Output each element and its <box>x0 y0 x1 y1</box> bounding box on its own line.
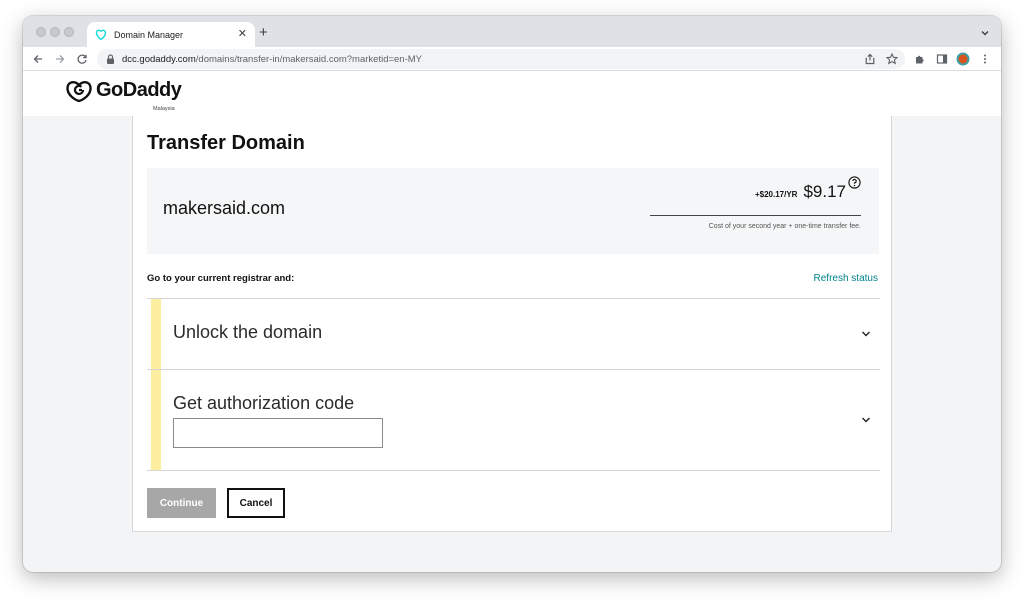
lock-icon[interactable] <box>106 53 116 65</box>
url-text: dcc.godaddy.com/domains/transfer-in/make… <box>122 54 422 65</box>
back-arrow-icon[interactable] <box>31 52 45 66</box>
kebab-menu-icon[interactable] <box>978 52 992 66</box>
star-icon[interactable] <box>885 52 899 66</box>
authorization-code-input[interactable] <box>173 418 383 448</box>
window-zoom-button[interactable] <box>64 27 74 37</box>
step-unlock-domain[interactable]: Unlock the domain <box>147 299 880 370</box>
step-indicator <box>151 370 161 470</box>
step-title: Unlock the domain <box>173 322 323 342</box>
page-title: Transfer Domain <box>147 132 305 154</box>
continue-button[interactable]: Continue <box>147 488 216 518</box>
plus-icon[interactable]: + <box>259 25 268 40</box>
price-row: +$20.17/YR $9.17 <box>754 176 861 202</box>
logo-text: GoDaddy <box>96 79 182 101</box>
url-host: dcc.godaddy.com <box>122 53 196 65</box>
transfer-card: Transfer Domain makersaid.com +$20.17/YR… <box>132 116 892 532</box>
window-close-button[interactable] <box>36 27 46 37</box>
godaddy-logo[interactable]: GoDaddy <box>66 79 182 102</box>
godaddy-favicon-icon <box>95 29 107 41</box>
domain-summary: makersaid.com +$20.17/YR $9.17 Cost of y… <box>147 168 879 254</box>
reload-icon[interactable] <box>75 52 89 66</box>
help-circle-icon[interactable] <box>848 176 861 189</box>
chevron-down-icon[interactable] <box>860 328 872 340</box>
share-icon[interactable] <box>863 52 877 66</box>
close-icon[interactable]: ✕ <box>238 29 247 40</box>
address-bar[interactable]: dcc.godaddy.com/domains/transfer-in/make… <box>97 49 905 69</box>
chevron-down-icon[interactable] <box>860 414 872 426</box>
refresh-status-link[interactable]: Refresh status <box>814 273 878 284</box>
browser-window: Domain Manager ✕ + dcc.godaddy.com/domai… <box>23 16 1001 572</box>
step-indicator <box>151 299 161 369</box>
price-transfer: $9.17 <box>803 182 846 201</box>
step-authorization-code[interactable]: Get authorization code <box>147 370 880 471</box>
extensions-icon[interactable] <box>913 52 927 66</box>
profile-avatar-icon[interactable] <box>956 52 970 66</box>
price-note: Cost of your second year + one-time tran… <box>708 223 861 230</box>
tab-strip: Domain Manager ✕ + <box>23 16 1001 47</box>
step-title: Get authorization code <box>173 393 355 413</box>
forward-arrow-icon[interactable] <box>53 52 67 66</box>
url-path: /domains/transfer-in/makersaid.com?marke… <box>195 53 423 65</box>
browser-toolbar: dcc.godaddy.com/domains/transfer-in/make… <box>23 47 1001 71</box>
logo-region: Malaysia <box>153 106 175 112</box>
browser-tab-domain-manager[interactable]: Domain Manager ✕ <box>87 22 255 47</box>
site-header: GoDaddy Malaysia <box>23 71 1001 116</box>
instructions-text: Go to your current registrar and: <box>147 273 295 284</box>
tab-title: Domain Manager <box>114 29 184 40</box>
sidepanel-icon[interactable] <box>935 52 949 66</box>
window-minimize-button[interactable] <box>50 27 60 37</box>
price-divider <box>650 215 861 216</box>
chevron-down-icon[interactable] <box>979 26 991 38</box>
cancel-button[interactable]: Cancel <box>227 488 285 518</box>
price-renewal: +$20.17/YR <box>754 190 798 199</box>
domain-name: makersaid.com <box>163 198 286 218</box>
godaddy-logo-icon <box>66 80 92 102</box>
steps-list: Unlock the domain Get authorization code <box>147 298 880 471</box>
